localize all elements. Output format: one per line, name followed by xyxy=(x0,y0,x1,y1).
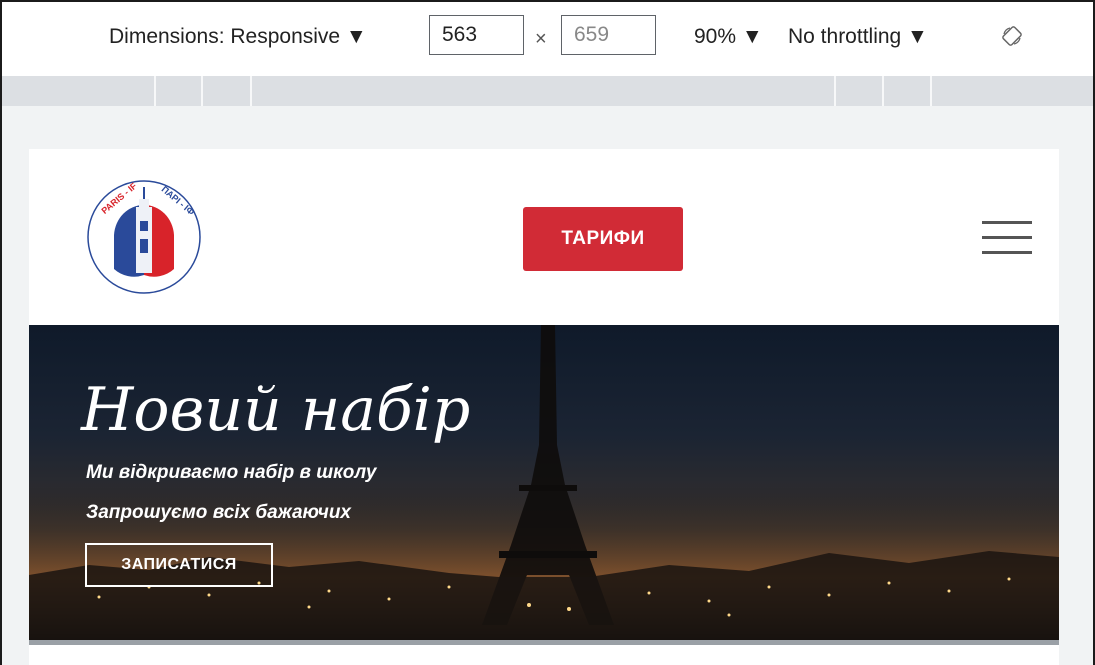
width-input[interactable]: 563 xyxy=(429,15,524,55)
hero-subtitle-2: Запрошуємо всіх бажаючих xyxy=(86,502,351,523)
dimensions-dropdown[interactable]: Dimensions: Responsive ▼ xyxy=(109,25,367,49)
times-symbol: × xyxy=(535,28,547,50)
ruler-tick xyxy=(882,76,884,106)
hamburger-menu-icon[interactable] xyxy=(982,221,1032,255)
ruler-tick xyxy=(930,76,932,106)
signup-button[interactable]: ЗАПИСАТИСЯ xyxy=(85,543,273,587)
media-query-ruler xyxy=(2,76,1093,106)
hero-banner: Новий набір Ми відкриваємо набір в школу… xyxy=(29,325,1059,640)
height-input[interactable]: 659 xyxy=(561,15,656,55)
rotate-icon[interactable] xyxy=(1002,26,1022,46)
page-viewport: PARIS - IF ПАРІ - ІФ ТАРИФИ Новий набір … xyxy=(29,149,1059,665)
ruler-tick xyxy=(834,76,836,106)
throttling-dropdown[interactable]: No throttling ▼ xyxy=(788,25,928,49)
ruler-tick xyxy=(250,76,252,106)
paris-if-logo[interactable]: PARIS - IF ПАРІ - ІФ xyxy=(84,177,204,297)
ruler-tick xyxy=(154,76,156,106)
tariffs-button[interactable]: ТАРИФИ xyxy=(523,207,683,271)
devtools-frame: Dimensions: Responsive ▼ 563 × 659 90% ▼… xyxy=(0,0,1095,665)
ruler-tick xyxy=(201,76,203,106)
device-toolbar: Dimensions: Responsive ▼ 563 × 659 90% ▼… xyxy=(2,2,1093,76)
site-header: PARIS - IF ПАРІ - ІФ ТАРИФИ xyxy=(29,149,1059,325)
hero-bottom-border xyxy=(29,640,1059,645)
zoom-dropdown[interactable]: 90% ▼ xyxy=(694,25,763,49)
hero-subtitle-1: Ми відкриваємо набір в школу xyxy=(86,462,377,483)
hero-title: Новий набір xyxy=(81,375,471,445)
